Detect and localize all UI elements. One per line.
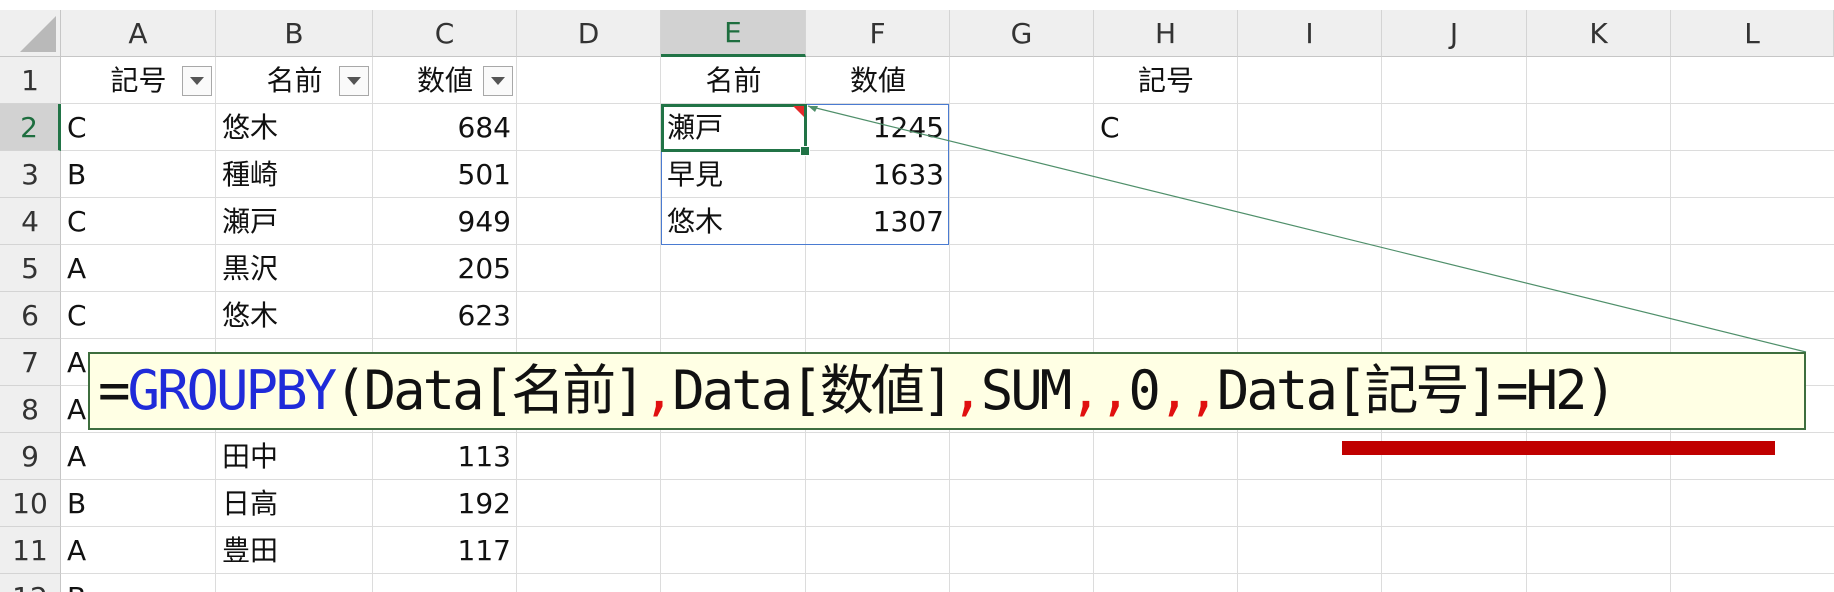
formula-token: Data[記号]=H2) [1216, 359, 1617, 422]
formula-token: 0 [1128, 359, 1160, 422]
formula-token: SUM [980, 359, 1073, 422]
formula-token: Data[数値] [672, 359, 954, 422]
formula-token: , [951, 359, 983, 422]
formula-callout-line [807, 105, 1807, 353]
formula-token: (Data[名前] [334, 359, 646, 422]
spreadsheet[interactable]: ABCDEFGHIJKL 123456789101112 記号名前数値C悠木68… [0, 0, 1834, 592]
formula-token: , [642, 359, 675, 422]
formula-token: = [98, 359, 130, 422]
formula-callout: = GROUPBY (Data[名前], Data[数値], SUM,, 0,, Data[… [88, 352, 1806, 430]
highlight-underline [1342, 441, 1775, 455]
formula-token: ,, [1069, 359, 1131, 422]
formula-token: GROUPBY [127, 359, 338, 422]
formula-token: ,, [1157, 359, 1220, 422]
